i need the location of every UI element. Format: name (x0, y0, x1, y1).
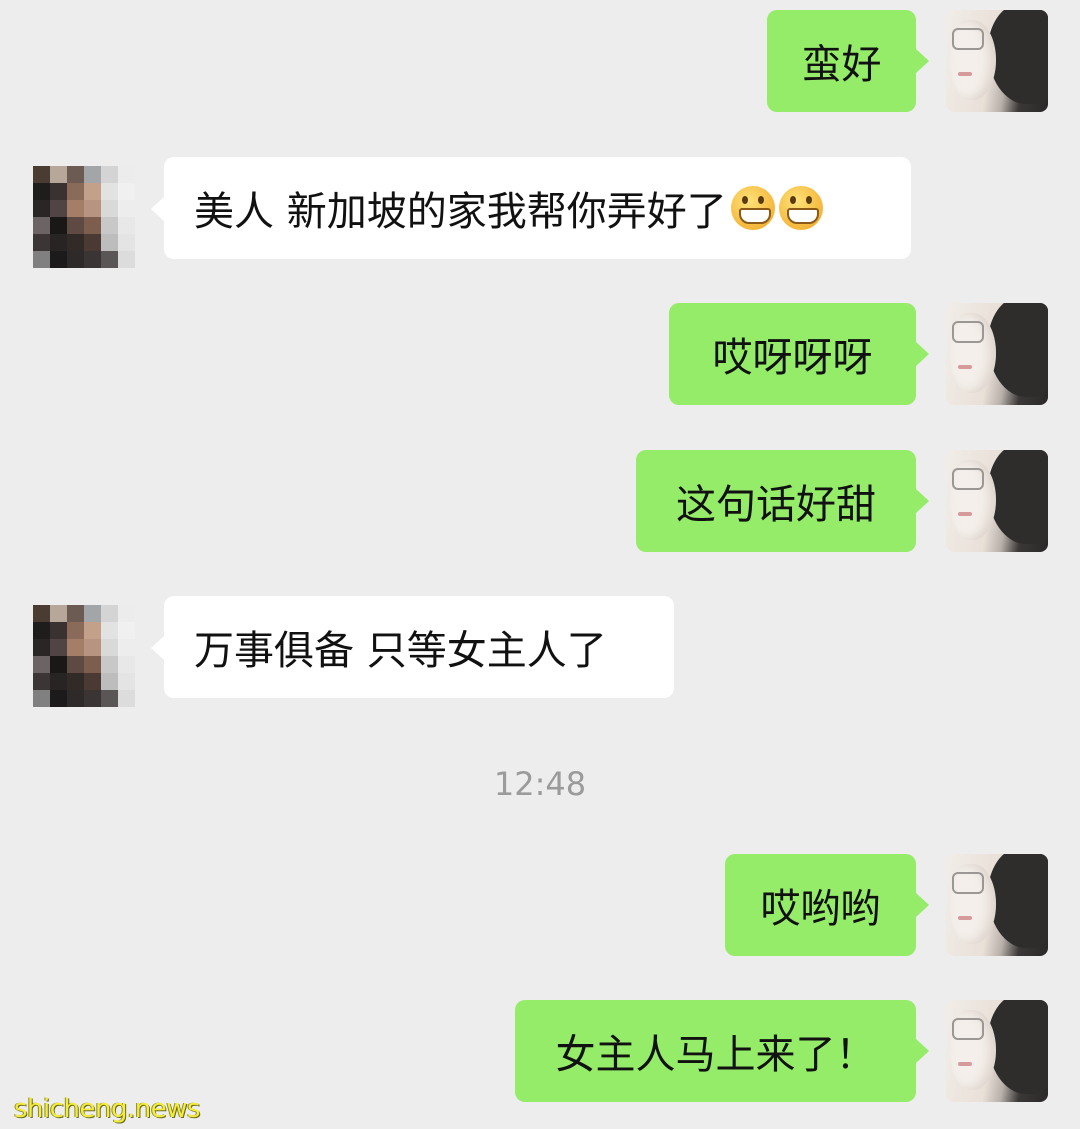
message-bubble[interactable]: 哎哟哟 (725, 854, 916, 956)
timestamp: 12:48 (493, 765, 587, 803)
bubble-tail (916, 49, 929, 73)
message-text: 哎呀呀呀 (712, 335, 873, 381)
message-bubble[interactable]: 哎呀呀呀 (669, 303, 916, 405)
contact-avatar[interactable] (33, 166, 135, 268)
self-avatar[interactable] (946, 450, 1048, 552)
message-text: 万事俱备 只等女主人了 (194, 628, 607, 674)
bubble-tail (916, 893, 929, 917)
message-bubble[interactable]: 美人 新加坡的家我帮你弄好了 (164, 157, 911, 259)
message-text: 美人 新加坡的家我帮你弄好了 (194, 189, 727, 235)
message-bubble[interactable]: 女主人马上来了！ (515, 1000, 916, 1102)
message-bubble[interactable]: 这句话好甜 (636, 450, 916, 552)
message-text: 哎哟哟 (760, 886, 881, 932)
bubble-tail (916, 1039, 929, 1063)
grimacing-face-icon (730, 186, 775, 230)
message-text: 这句话好甜 (676, 482, 876, 528)
bubble-tail (151, 197, 164, 221)
watermark: shicheng.news (14, 1094, 201, 1124)
self-avatar[interactable] (946, 854, 1048, 956)
message-text: 女主人马上来了！ (555, 1032, 876, 1078)
message-bubble[interactable]: 万事俱备 只等女主人了 (164, 596, 674, 698)
contact-avatar[interactable] (33, 605, 135, 707)
grimacing-face-icon (778, 186, 823, 230)
self-avatar[interactable] (946, 303, 1048, 405)
bubble-tail (916, 342, 929, 366)
message-bubble[interactable]: 蛮好 (767, 10, 916, 112)
message-text: 蛮好 (801, 42, 882, 88)
self-avatar[interactable] (946, 1000, 1048, 1102)
bubble-tail (916, 489, 929, 513)
self-avatar[interactable] (946, 10, 1048, 112)
bubble-tail (151, 636, 164, 660)
